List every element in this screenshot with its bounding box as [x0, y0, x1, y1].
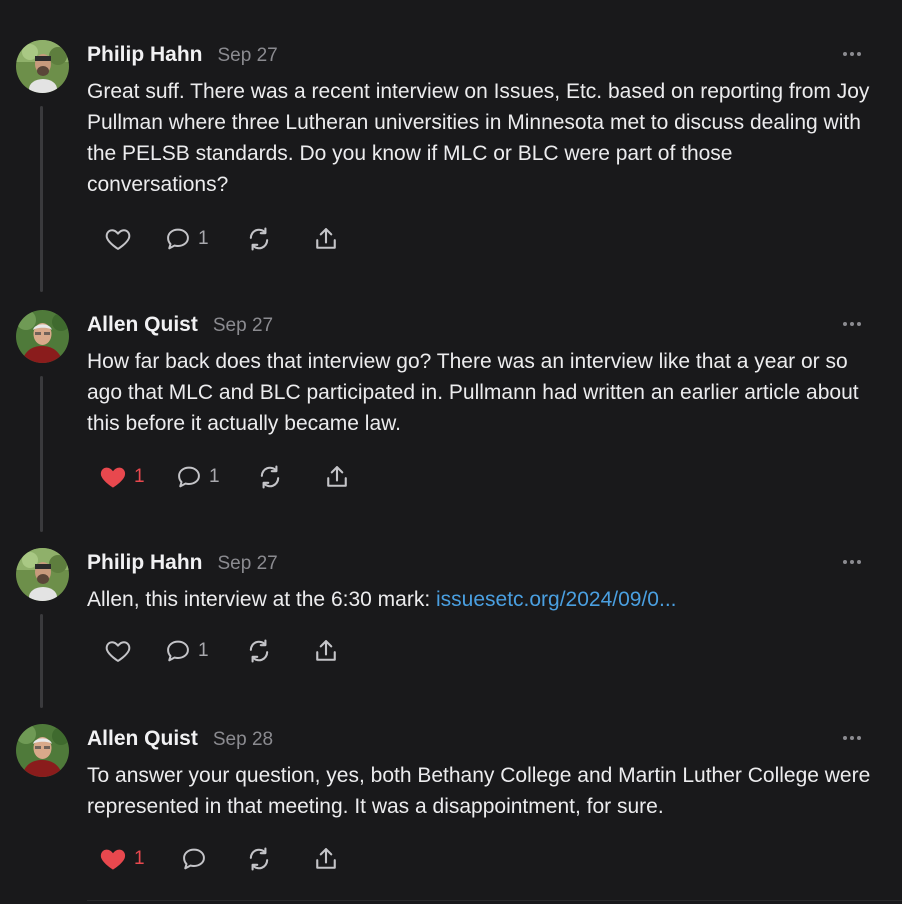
more-dots-icon	[843, 560, 861, 564]
reply-count: 1	[209, 466, 220, 487]
heart-icon	[100, 849, 126, 870]
more-dots-icon	[843, 736, 861, 740]
avatar[interactable]	[16, 310, 69, 363]
author-name[interactable]: Allen Quist	[87, 727, 198, 751]
like-count: 1	[134, 466, 145, 487]
restack-button[interactable]	[256, 460, 284, 494]
comment-bubble-icon	[167, 228, 189, 250]
comment-body: Great suff. There was a recent interview…	[87, 76, 877, 200]
heart-icon	[105, 641, 131, 662]
share-button[interactable]	[323, 460, 351, 494]
restack-button[interactable]	[245, 842, 273, 876]
comment-actions: 1 1	[0, 460, 902, 494]
restack-icon	[249, 227, 269, 251]
restack-icon	[249, 639, 269, 663]
thread-line	[40, 376, 43, 532]
more-options-button[interactable]	[838, 554, 866, 570]
like-count: 1	[134, 848, 145, 869]
comment-header: Allen Quist Sep 28	[87, 727, 273, 755]
share-icon	[316, 228, 336, 249]
author-name[interactable]: Philip Hahn	[87, 43, 203, 67]
comment-body: To answer your question, yes, both Betha…	[87, 760, 877, 822]
comment-item: Philip Hahn Sep 27 Great suff. There was…	[0, 40, 902, 310]
restack-button[interactable]	[245, 222, 273, 256]
comment-body: Allen, this interview at the 6:30 mark: …	[87, 584, 877, 615]
comment-date[interactable]: Sep 27	[213, 315, 273, 337]
external-link[interactable]: issuesetc.org/2024/09/0...	[436, 588, 677, 611]
author-name[interactable]: Philip Hahn	[87, 551, 203, 575]
comment-text: Allen, this interview at the 6:30 mark:	[87, 588, 436, 611]
like-button[interactable]	[104, 634, 132, 668]
share-icon	[327, 466, 347, 487]
restack-icon	[249, 847, 269, 871]
comment-date[interactable]: Sep 27	[218, 45, 278, 67]
more-options-button[interactable]	[838, 730, 866, 746]
comment-actions: 1	[0, 222, 902, 256]
comment-header: Philip Hahn Sep 27	[87, 43, 278, 71]
reply-button[interactable]	[180, 842, 208, 876]
share-button[interactable]	[312, 634, 340, 668]
comment-thread: Philip Hahn Sep 27 Great suff. There was…	[0, 0, 902, 904]
like-button[interactable]	[104, 222, 132, 256]
restack-button[interactable]	[245, 634, 273, 668]
comment-item: Allen Quist Sep 27 How far back does tha…	[0, 310, 902, 548]
more-options-button[interactable]	[838, 46, 866, 62]
comment-text: How far back does that interview go? The…	[87, 350, 859, 435]
comment-header: Philip Hahn Sep 27	[87, 551, 278, 579]
comment-text: Great suff. There was a recent interview…	[87, 80, 870, 196]
reply-button[interactable]: 1	[175, 460, 220, 494]
like-button[interactable]: 1	[98, 460, 145, 494]
avatar[interactable]	[16, 724, 69, 777]
heart-icon	[100, 467, 126, 488]
comment-date[interactable]: Sep 28	[213, 729, 273, 751]
thread-line	[40, 106, 43, 292]
share-button[interactable]	[312, 222, 340, 256]
avatar[interactable]	[16, 40, 69, 93]
comment-item: Allen Quist Sep 28 To answer your questi…	[0, 724, 902, 904]
comment-header: Allen Quist Sep 27	[87, 313, 273, 341]
comment-body: How far back does that interview go? The…	[87, 346, 877, 439]
share-icon	[316, 640, 336, 661]
more-dots-icon	[843, 322, 861, 326]
like-button[interactable]: 1	[98, 842, 145, 876]
reply-button[interactable]: 1	[164, 634, 209, 668]
divider	[87, 900, 902, 901]
comment-actions: 1	[0, 842, 902, 876]
reply-count: 1	[198, 228, 209, 249]
comment-item: Philip Hahn Sep 27 Allen, this interview…	[0, 548, 902, 724]
comment-date[interactable]: Sep 27	[218, 553, 278, 575]
reply-count: 1	[198, 640, 209, 661]
share-icon	[316, 848, 336, 869]
comment-actions: 1	[0, 634, 902, 668]
reply-button[interactable]: 1	[164, 222, 209, 256]
heart-icon	[105, 229, 131, 250]
author-name[interactable]: Allen Quist	[87, 313, 198, 337]
restack-icon	[260, 465, 280, 489]
share-button[interactable]	[312, 842, 340, 876]
avatar[interactable]	[16, 548, 69, 601]
comment-bubble-icon	[178, 466, 200, 488]
comment-text: To answer your question, yes, both Betha…	[87, 764, 871, 818]
more-dots-icon	[843, 52, 861, 56]
more-options-button[interactable]	[838, 316, 866, 332]
comment-bubble-icon	[167, 640, 189, 662]
comment-bubble-icon	[183, 848, 205, 870]
